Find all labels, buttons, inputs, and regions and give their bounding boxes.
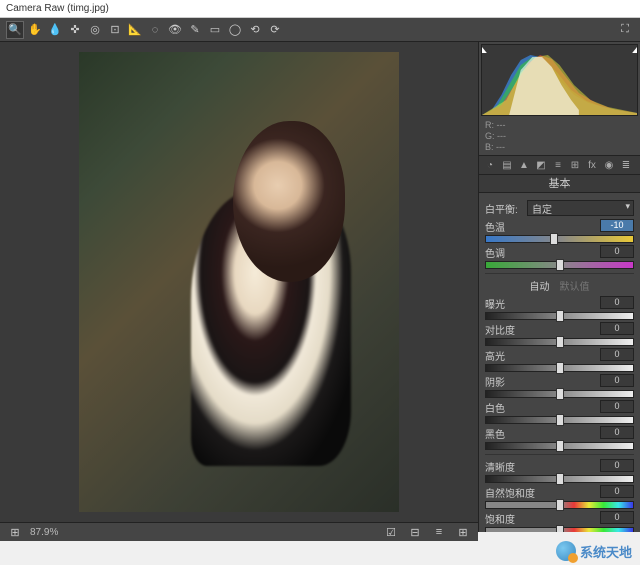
watermark-icon (556, 541, 576, 561)
brush-tool-icon[interactable]: ✎ (186, 21, 204, 39)
tab-calib-icon[interactable]: ◉ (602, 158, 616, 172)
exposure-value[interactable]: 0 (600, 296, 634, 309)
footer-icon-3[interactable]: ≡ (430, 523, 448, 541)
temp-slider: 色温-10 (485, 219, 634, 243)
preview-footer: ⊞ 87.9% ☑ ⊟ ≡ ⊞ (0, 522, 478, 541)
window-titlebar: Camera Raw (timg.jpg) (0, 0, 640, 18)
highlights-track[interactable] (485, 364, 634, 372)
adjustments-panel: R: --- G: --- B: --- ◔ ▤ ▲ ◩ ≡ ⊞ fx ◉ ≣ … (478, 42, 640, 532)
temp-track[interactable] (485, 235, 634, 243)
crop-tool-icon[interactable]: ⊡ (106, 21, 124, 39)
photo-preview (79, 52, 399, 512)
shadows-track[interactable] (485, 390, 634, 398)
compare-view-icon[interactable]: ⊞ (6, 523, 24, 541)
app-body: ⊞ 87.9% ☑ ⊟ ≡ ⊞ (0, 42, 640, 532)
shadows-value[interactable]: 0 (600, 374, 634, 387)
tab-fx-icon[interactable]: fx (585, 158, 599, 172)
zoom-level[interactable]: 87.9% (30, 527, 58, 538)
zoom-tool-icon[interactable]: 🔍 (6, 21, 24, 39)
rotate-ccw-icon[interactable]: ⟲ (246, 21, 264, 39)
panel-header: 基本 (479, 175, 640, 193)
temp-value[interactable]: -10 (600, 219, 634, 232)
redeye-tool-icon[interactable]: 👁 (166, 21, 184, 39)
footer-icon-2[interactable]: ⊟ (406, 523, 424, 541)
saturation-value[interactable]: 0 (600, 511, 634, 524)
exposure-track[interactable] (485, 312, 634, 320)
watermark-text: 系统天地 (580, 542, 632, 561)
blacks-value[interactable]: 0 (600, 426, 634, 439)
tab-detail-icon[interactable]: ▲ (517, 158, 531, 172)
wb-dropdown[interactable]: 自定 (527, 200, 634, 216)
clarity-track[interactable] (485, 475, 634, 483)
auto-default-row: 自动 默认值 (485, 278, 634, 293)
preview-pane: ⊞ 87.9% ☑ ⊟ ≡ ⊞ (0, 42, 478, 532)
auto-link[interactable]: 自动 (530, 278, 550, 293)
temp-thumb[interactable] (550, 233, 558, 245)
color-sampler-tool-icon[interactable]: ✜ (66, 21, 84, 39)
window-title: Camera Raw (timg.jpg) (6, 3, 109, 14)
rotate-cw-icon[interactable]: ⟳ (266, 21, 284, 39)
panel-scroll[interactable]: 白平衡: 自定 色温-10 色调0 自动 默认值 曝光0 对比度0 (479, 193, 640, 532)
radial-filter-icon[interactable]: ◯ (226, 21, 244, 39)
tint-slider: 色调0 (485, 245, 634, 269)
tab-lens-icon[interactable]: ⊞ (568, 158, 582, 172)
image-viewport[interactable] (0, 42, 478, 522)
camera-raw-app: 🔍 ✋ 💧 ✜ ◎ ⊡ 📐 ◌ 👁 ✎ ▭ ◯ ⟲ ⟳ ⛶ ⊞ 87.9% ☑ … (0, 18, 640, 532)
spot-removal-tool-icon[interactable]: ◌ (146, 21, 164, 39)
footer-icon-1[interactable]: ☑ (382, 523, 400, 541)
fullscreen-icon[interactable]: ⛶ (616, 21, 634, 39)
graduated-filter-icon[interactable]: ▭ (206, 21, 224, 39)
panel-tabs: ◔ ▤ ▲ ◩ ≡ ⊞ fx ◉ ≣ (479, 155, 640, 175)
tab-curve-icon[interactable]: ▤ (500, 158, 514, 172)
blacks-track[interactable] (485, 442, 634, 450)
highlights-value[interactable]: 0 (600, 348, 634, 361)
whites-track[interactable] (485, 416, 634, 424)
hand-tool-icon[interactable]: ✋ (26, 21, 44, 39)
straighten-tool-icon[interactable]: 📐 (126, 21, 144, 39)
toolbar: 🔍 ✋ 💧 ✜ ◎ ⊡ 📐 ◌ 👁 ✎ ▭ ◯ ⟲ ⟳ ⛶ (0, 18, 640, 42)
tint-value[interactable]: 0 (600, 245, 634, 258)
tint-track[interactable] (485, 261, 634, 269)
tint-thumb[interactable] (556, 259, 564, 271)
tab-hsl-icon[interactable]: ◩ (534, 158, 548, 172)
watermark: 系统天地 (556, 541, 632, 561)
clarity-value[interactable]: 0 (600, 459, 634, 472)
target-adjust-tool-icon[interactable]: ◎ (86, 21, 104, 39)
vibrance-value[interactable]: 0 (600, 485, 634, 498)
tab-split-icon[interactable]: ≡ (551, 158, 565, 172)
saturation-track[interactable] (485, 527, 634, 532)
wb-label: 白平衡: (485, 201, 523, 216)
tab-presets-icon[interactable]: ≣ (619, 158, 633, 172)
white-balance-tool-icon[interactable]: 💧 (46, 21, 64, 39)
histogram[interactable] (481, 44, 638, 116)
rgb-readout: R: --- G: --- B: --- (479, 118, 640, 155)
contrast-value[interactable]: 0 (600, 322, 634, 335)
contrast-track[interactable] (485, 338, 634, 346)
footer-icon-4[interactable]: ⊞ (454, 523, 472, 541)
whites-value[interactable]: 0 (600, 400, 634, 413)
tab-basic-icon[interactable]: ◔ (483, 158, 497, 172)
default-link[interactable]: 默认值 (560, 278, 590, 293)
vibrance-track[interactable] (485, 501, 634, 509)
